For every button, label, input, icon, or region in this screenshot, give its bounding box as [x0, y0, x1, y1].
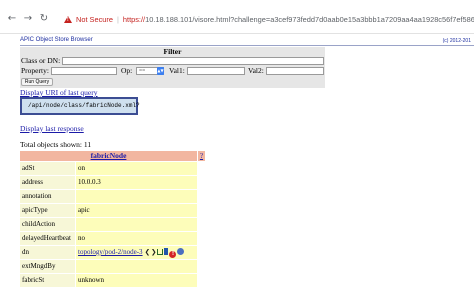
val1-label: Val1: — [169, 66, 185, 75]
warning-triangle-icon — [64, 16, 72, 23]
url-scheme: https:// — [122, 15, 146, 24]
filter-form: Filter Class or DN: Property: Op: == ▲▼ … — [20, 47, 325, 88]
url-text: 10.18.188.101/visore.html?challenge=a3ce… — [145, 15, 474, 24]
property-value: 10.0.0.3 — [76, 176, 197, 189]
class-dn-input[interactable] — [62, 57, 324, 65]
property-value: apic — [76, 204, 197, 217]
forward-arrow-icon[interactable]: → — [22, 13, 34, 25]
val1-input[interactable] — [187, 67, 245, 75]
val2-label: Val2: — [248, 66, 264, 75]
table-row: apicType apic — [20, 204, 197, 217]
table-row: fabricSt unknown — [20, 274, 197, 287]
table-row: dn topology/pod-2/node-3 ❮❯! — [20, 246, 197, 259]
total-objects-label: Total objects shown: 11 — [20, 140, 92, 149]
security-label[interactable]: Not Secure — [76, 15, 113, 24]
copyright: (c) 2012-201 — [442, 38, 471, 44]
table-row: extMngdBy — [20, 260, 197, 273]
op-label: Op: — [121, 66, 133, 75]
class-header: fabricNode — [20, 151, 197, 161]
class-dn-label: Class or DN: — [21, 56, 61, 65]
stats-icon[interactable] — [164, 248, 169, 255]
property-input[interactable] — [51, 67, 117, 75]
property-value — [76, 190, 197, 203]
property-name: apicType — [20, 204, 75, 217]
help-link[interactable]: ? — [198, 151, 205, 161]
fault-icon[interactable]: ! — [169, 251, 177, 258]
property-name: extMngdBy — [20, 260, 75, 273]
property-name: dn — [20, 246, 75, 259]
op-select-value: == — [139, 68, 146, 74]
tree-icon[interactable] — [157, 249, 164, 255]
property-value: unknown — [76, 274, 197, 287]
property-value — [76, 260, 197, 273]
filter-title: Filter — [163, 47, 182, 56]
table-row: childAction — [20, 218, 197, 231]
property-name: childAction — [20, 218, 75, 231]
display-uri-link[interactable]: Display URI of last query — [20, 88, 98, 97]
divider: | — [116, 15, 119, 24]
table-row: annotation — [20, 190, 197, 203]
query-uri-box: /api/node/class/fabricNode.xml? — [20, 97, 140, 115]
chevron-down-icon: ▲▼ — [157, 67, 164, 75]
divider — [20, 45, 474, 46]
table-header: fabricNode ? — [20, 151, 205, 161]
app-header: APIC Object Store Browser (c) 2012-201 — [20, 36, 474, 45]
table-row: delayedHeartbeat no — [20, 232, 197, 245]
property-name: annotation — [20, 190, 75, 203]
table-row: adSt on — [20, 162, 197, 175]
property-name: delayedHeartbeat — [20, 232, 75, 245]
app-title: APIC Object Store Browser — [20, 37, 93, 43]
property-value: topology/pod-2/node-3 ❮❯! — [76, 246, 197, 259]
right-arrow-icon[interactable]: ❯ — [151, 248, 156, 256]
browser-toolbar: ← → ↻ Not Secure|https://10.18.188.101/v… — [0, 0, 474, 34]
val2-input[interactable] — [266, 67, 324, 75]
property-value — [76, 218, 197, 231]
left-arrow-icon[interactable]: ❮ — [145, 248, 150, 256]
property-name: adSt — [20, 162, 75, 175]
display-response-link[interactable]: Display last response — [20, 124, 84, 133]
property-label: Property: — [21, 66, 49, 75]
dn-action-icons: ❮❯! — [145, 246, 186, 259]
health-icon[interactable] — [177, 248, 185, 255]
back-arrow-icon[interactable]: ← — [6, 13, 18, 25]
op-select[interactable]: == ▲▼ — [136, 67, 164, 75]
property-value: on — [76, 162, 197, 175]
address-bar[interactable]: Not Secure|https://10.18.188.101/visore.… — [60, 11, 474, 28]
property-name: address — [20, 176, 75, 189]
property-value: no — [76, 232, 197, 245]
property-name: fabricSt — [20, 274, 75, 287]
run-query-button[interactable]: Run Query — [21, 78, 53, 86]
reload-icon[interactable]: ↻ — [38, 13, 50, 25]
table-row: address 10.0.0.3 — [20, 176, 197, 189]
dn-link[interactable]: topology/pod-2/node-3 — [78, 248, 143, 256]
class-name-link[interactable]: fabricNode — [91, 151, 127, 160]
